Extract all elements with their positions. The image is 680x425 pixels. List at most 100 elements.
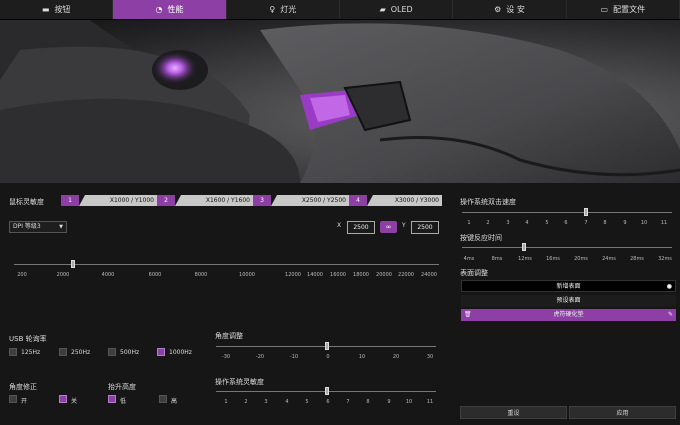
os-sens-tick: 10 <box>405 399 413 405</box>
reset-button[interactable]: 重设 <box>460 406 567 419</box>
angle-tuning-handle[interactable] <box>325 342 329 350</box>
selected-surface-item[interactable]: 🗑 虎符硬化垫 ✎ <box>461 309 676 321</box>
dpi-stage-value: X1600 / Y1600 <box>175 195 253 206</box>
debounce-tick: 16ms <box>546 256 560 262</box>
dpi-tick: 16000 <box>330 272 346 278</box>
usb-250hz-checkbox[interactable] <box>59 348 67 356</box>
surface-title: 表面调整 <box>460 269 488 277</box>
usb-500hz-checkbox[interactable] <box>108 348 116 356</box>
os-sens-tick: 1 <box>224 399 228 405</box>
angle-tick: 10 <box>358 354 366 360</box>
debounce-tick: 4ms <box>463 256 475 262</box>
dpi-level-select[interactable]: DPI 等级3 ▼ <box>9 221 67 233</box>
dbl-tick: 6 <box>564 220 568 226</box>
link-icon: ∞ <box>385 223 392 231</box>
os-sens-tick: 6 <box>326 399 330 405</box>
tab-label: 灯光 <box>280 5 297 14</box>
dpi-stage-value: X2500 / Y2500 <box>271 195 349 206</box>
apply-button[interactable]: 应用 <box>569 406 676 419</box>
os-sens-tick: 9 <box>387 399 391 405</box>
dpi-stage-3[interactable]: 3 X2500 / Y2500 <box>253 195 349 206</box>
double-click-title: 操作系统双击速度 <box>460 198 516 206</box>
usb-1000hz-checkbox[interactable] <box>157 348 165 356</box>
y-axis-label: Y <box>402 222 406 229</box>
performance-panel: 鼠标灵敏度 1 X1000 / Y1000 2 X1600 / Y1600 3 … <box>0 183 680 425</box>
lift-height-title: 抬升高度 <box>108 383 136 391</box>
dpi-tick: 24000 <box>421 272 437 278</box>
dpi-y-input[interactable]: 2500 <box>411 221 439 234</box>
dpi-stage-2[interactable]: 2 X1600 / Y1600 <box>157 195 253 206</box>
oled-icon: ▰ <box>379 4 386 14</box>
os-sens-tick: 2 <box>244 399 248 405</box>
os-sensitivity-title: 操作系统灵敏度 <box>215 378 264 386</box>
plus-icon: ● <box>666 283 672 290</box>
dpi-stage-1[interactable]: 1 X1000 / Y1000 <box>61 195 157 206</box>
add-surface-label: 新增表面 <box>556 283 581 290</box>
dpi-tick: 6000 <box>148 272 162 278</box>
os-sens-tick: 11 <box>426 399 434 405</box>
link-xy-button[interactable]: ∞ <box>380 221 397 233</box>
double-click-handle[interactable] <box>584 208 588 216</box>
tab-performance[interactable]: ◔ 性能 <box>113 0 227 19</box>
os-sens-tick: 3 <box>264 399 268 405</box>
os-sensitivity-handle[interactable] <box>325 387 329 395</box>
dbl-tick: 2 <box>486 220 490 226</box>
tab-label: 设 安 <box>506 5 525 14</box>
tab-profiles[interactable]: ▭ 配置文件 <box>567 0 680 19</box>
pencil-icon[interactable]: ✎ <box>668 309 673 321</box>
dbl-tick: 3 <box>506 220 510 226</box>
usb-polling-title: USB 轮询率 <box>9 335 47 343</box>
debounce-track <box>462 247 672 248</box>
os-sens-tick: 7 <box>346 399 350 405</box>
debounce-tick: 20ms <box>574 256 588 262</box>
dpi-tick: 10000 <box>239 272 255 278</box>
top-tab-bar: ▬ 按钮 ◔ 性能 ♀ 灯光 ▰ OLED ⚙ 设 安 ▭ 配置文件 <box>0 0 680 20</box>
dpi-stage-4[interactable]: 4 X3000 / Y3000 <box>349 195 442 206</box>
usb-125hz-checkbox[interactable] <box>9 348 17 356</box>
angle-correction-off-label: 关 <box>71 398 78 405</box>
x-axis-label: X <box>337 222 342 229</box>
bulb-icon: ♀ <box>269 4 276 14</box>
dpi-section-title: 鼠标灵敏度 <box>9 198 44 206</box>
tab-lighting[interactable]: ♀ 灯光 <box>227 0 340 19</box>
dpi-tick: 22000 <box>398 272 414 278</box>
debounce-tick: 8ms <box>491 256 503 262</box>
add-surface-button[interactable]: 新增表面 ● <box>461 280 676 292</box>
angle-tuning-title: 角度调整 <box>215 332 243 340</box>
dpi-tick: 20000 <box>376 272 392 278</box>
mouse-render <box>0 20 680 183</box>
angle-correction-off-checkbox[interactable] <box>59 395 67 403</box>
angle-tick: -30 <box>221 354 231 360</box>
dpi-stage-value: X3000 / Y3000 <box>367 195 442 206</box>
dpi-tick: 8000 <box>194 272 208 278</box>
dpi-tick: 2000 <box>56 272 70 278</box>
dbl-tick: 10 <box>640 220 648 226</box>
os-sens-tick: 5 <box>305 399 309 405</box>
debounce-handle[interactable] <box>522 243 526 251</box>
os-sens-tick: 4 <box>285 399 289 405</box>
os-sens-tick: 8 <box>366 399 370 405</box>
preset-surface-label: 预设表面 <box>556 297 581 304</box>
keyboard-icon: ▬ <box>41 4 50 14</box>
dpi-slider-handle[interactable] <box>71 260 75 268</box>
tab-buttons[interactable]: ▬ 按钮 <box>0 0 114 19</box>
dbl-tick: 8 <box>603 220 607 226</box>
angle-correction-title: 角度修正 <box>9 383 37 391</box>
lift-low-checkbox[interactable] <box>108 395 116 403</box>
lift-high-checkbox[interactable] <box>159 395 167 403</box>
tab-oled[interactable]: ▰ OLED <box>340 0 454 19</box>
dbl-tick: 5 <box>545 220 549 226</box>
dpi-tick: 12000 <box>285 272 301 278</box>
tab-settings[interactable]: ⚙ 设 安 <box>453 0 567 19</box>
debounce-tick: 24ms <box>602 256 616 262</box>
tab-label: OLED <box>390 5 413 14</box>
debounce-tick: 28ms <box>630 256 644 262</box>
trash-icon[interactable]: 🗑 <box>464 309 472 321</box>
folder-icon: ▭ <box>600 4 609 14</box>
dpi-tick: 200 <box>17 272 27 278</box>
tab-label: 性能 <box>167 5 184 14</box>
angle-correction-on-label: 开 <box>21 398 28 405</box>
preset-surface-item[interactable]: 预设表面 <box>461 295 676 307</box>
dpi-x-input[interactable]: 2500 <box>347 221 375 234</box>
angle-correction-on-checkbox[interactable] <box>9 395 17 403</box>
